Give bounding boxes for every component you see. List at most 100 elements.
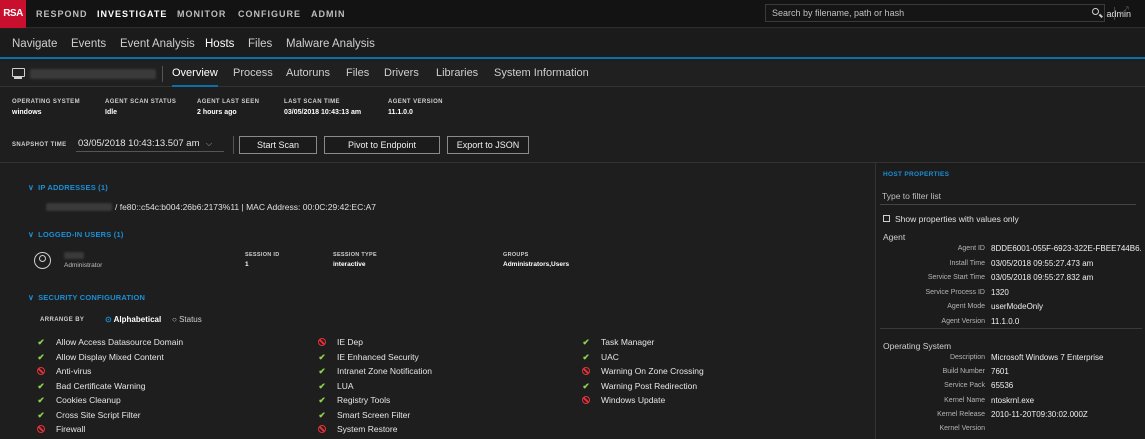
snapshot-label: SNAPSHOT TIME <box>12 142 67 148</box>
security-configuration-title: SECURITY CONFIGURATION <box>38 293 146 302</box>
check-icon: ✔ <box>318 366 326 376</box>
nav-configure[interactable]: CONFIGURE <box>238 0 301 28</box>
ip-addresses-header[interactable]: ∨ IP ADDRESSES (1) <box>28 183 108 192</box>
computer-icon <box>12 68 25 79</box>
security-config-label: Registry Tools <box>337 395 391 405</box>
snapshot-select[interactable]: 03/05/2018 10:43:13.507 am <box>78 138 200 149</box>
property-key: Kernel Name <box>944 396 985 404</box>
security-config-label: Intranet Zone Notification <box>337 366 432 376</box>
property-key: Kernel Release <box>937 410 985 418</box>
property-value: 03/05/2018 09:55:27.473 am <box>991 258 1094 268</box>
security-config-item: ✔ Task Manager <box>580 336 654 348</box>
summary-value-os: windows <box>12 109 42 116</box>
property-value: 03/05/2018 09:55:27.832 am <box>991 273 1094 283</box>
security-config-label: Warning Post Redirection <box>601 380 698 391</box>
tab-system-information[interactable]: System Information <box>494 61 589 87</box>
subnav-files[interactable]: Files <box>248 29 272 59</box>
blocked-icon <box>316 423 328 435</box>
property-key: Build Number <box>942 368 985 376</box>
security-config-item: ✔ Cross Site Script Filter <box>35 409 140 421</box>
security-config-item: ✔ IE Enhanced Security <box>316 351 418 363</box>
divider <box>162 66 163 82</box>
pivot-to-endpoint-button[interactable]: Pivot to Endpoint <box>324 136 440 154</box>
os-group-label: Operating System <box>883 341 952 351</box>
security-config-label: LUA <box>337 380 354 391</box>
nav-admin[interactable]: ADMIN <box>311 0 346 28</box>
security-config-item: ✔ Registry Tools <box>316 394 390 406</box>
security-config-item: ✔ Cookies Cleanup <box>35 394 120 406</box>
summary-value-scan-status: Idle <box>105 109 118 116</box>
summary-value-last-seen: 2 hours ago <box>197 109 237 116</box>
tab-files[interactable]: Files <box>346 61 369 87</box>
security-config-label: Bad Certificate Warning <box>56 380 146 391</box>
check-icon: ✔ <box>37 337 45 347</box>
host-tab-bar: Overview Process Autoruns Files Drivers … <box>0 61 1145 87</box>
check-icon: ✔ <box>582 351 590 362</box>
search-icon[interactable] <box>1092 8 1099 15</box>
check-icon: ✔ <box>582 337 590 347</box>
property-value: Microsoft Windows 7 Enterprise <box>991 353 1104 362</box>
username-redacted <box>64 252 84 259</box>
security-config-item: ✔ Intranet Zone Notification <box>316 365 432 377</box>
subnav-malware-analysis[interactable]: Malware Analysis <box>286 29 375 59</box>
subnav-hosts[interactable]: Hosts <box>205 29 234 59</box>
tab-libraries[interactable]: Libraries <box>436 61 478 87</box>
search-input[interactable] <box>765 4 1105 22</box>
ip-details: / fe80::c54c:b004:26b6:2173%11 | MAC Add… <box>115 202 376 212</box>
nav-respond[interactable]: RESPOND <box>36 0 88 28</box>
summary-label-agent-version: AGENT VERSION <box>388 99 443 105</box>
arrange-by-label: ARRANGE BY <box>40 317 85 323</box>
ip-addresses-title: IP ADDRESSES (1) <box>38 183 108 192</box>
property-value: ntoskrnl.exe <box>991 395 1035 405</box>
check-icon: ✔ <box>318 351 326 362</box>
expand-icon[interactable]: ⤢ <box>1120 5 1129 18</box>
session-id-value: 1 <box>245 261 249 268</box>
checkbox-icon <box>883 215 890 222</box>
security-configuration-header[interactable]: ∨ SECURITY CONFIGURATION <box>28 293 145 302</box>
security-config-label: IE Dep <box>337 337 363 347</box>
subnav-events[interactable]: Events <box>71 29 106 59</box>
show-values-only-checkbox[interactable]: Show properties with values only <box>883 214 1019 224</box>
check-icon: ✔ <box>582 380 590 391</box>
arrange-alphabetical-option[interactable]: ⊙ Alphabetical <box>105 315 161 324</box>
summary-value-last-scan: 03/05/2018 10:43:13 am <box>284 109 362 116</box>
property-key: Service Start Time <box>927 274 985 282</box>
check-icon: ✔ <box>37 409 45 420</box>
rsa-logo[interactable]: RSA <box>0 0 26 28</box>
tab-overview[interactable]: Overview <box>172 61 218 87</box>
summary-label-os: OPERATING SYSTEM <box>12 99 80 105</box>
nav-monitor[interactable]: MONITOR <box>177 0 226 28</box>
property-key: Agent Mode <box>947 303 985 311</box>
radio-icon: ○ <box>172 315 177 324</box>
property-key: Kernel Version <box>939 425 985 432</box>
radio-selected-icon: ⊙ <box>105 315 112 324</box>
option-label: Status <box>179 315 202 324</box>
property-key: Agent Version <box>941 318 985 325</box>
property-value: userModeOnly <box>991 302 1044 312</box>
security-config-item: ✔ UAC <box>580 351 619 363</box>
security-config-label: Warning On Zone Crossing <box>601 366 704 376</box>
export-to-json-button[interactable]: Export to JSON <box>447 136 529 154</box>
tab-process[interactable]: Process <box>233 61 273 87</box>
filter-input[interactable] <box>880 187 1136 205</box>
subnav-event-analysis[interactable]: Event Analysis <box>120 29 195 59</box>
logged-in-users-header[interactable]: ∨ LOGGED-IN USERS (1) <box>28 230 124 239</box>
tab-drivers[interactable]: Drivers <box>384 61 419 87</box>
tab-autoruns[interactable]: Autoruns <box>286 61 330 87</box>
chevron-down-icon[interactable]: ⌵ <box>206 139 212 149</box>
property-value: 7601 <box>991 367 1009 377</box>
arrange-status-option[interactable]: ○ Status <box>172 315 202 324</box>
check-icon: ✔ <box>37 351 45 362</box>
security-config-label: Firewall <box>56 424 86 434</box>
divider <box>1114 7 1115 20</box>
property-value: 11.1.0.0 <box>991 317 1020 326</box>
host-properties-title: HOST PROPERTIES <box>883 171 950 178</box>
nav-investigate[interactable]: INVESTIGATE <box>97 0 167 28</box>
summary-label-last-scan: LAST SCAN TIME <box>284 99 340 105</box>
start-scan-button[interactable]: Start Scan <box>239 136 317 154</box>
blocked-icon <box>35 365 47 377</box>
security-config-label: Allow Display Mixed Content <box>56 351 164 362</box>
blocked-icon <box>316 336 328 348</box>
security-config-item: ✔ LUA <box>316 380 354 392</box>
subnav-navigate[interactable]: Navigate <box>12 29 57 59</box>
